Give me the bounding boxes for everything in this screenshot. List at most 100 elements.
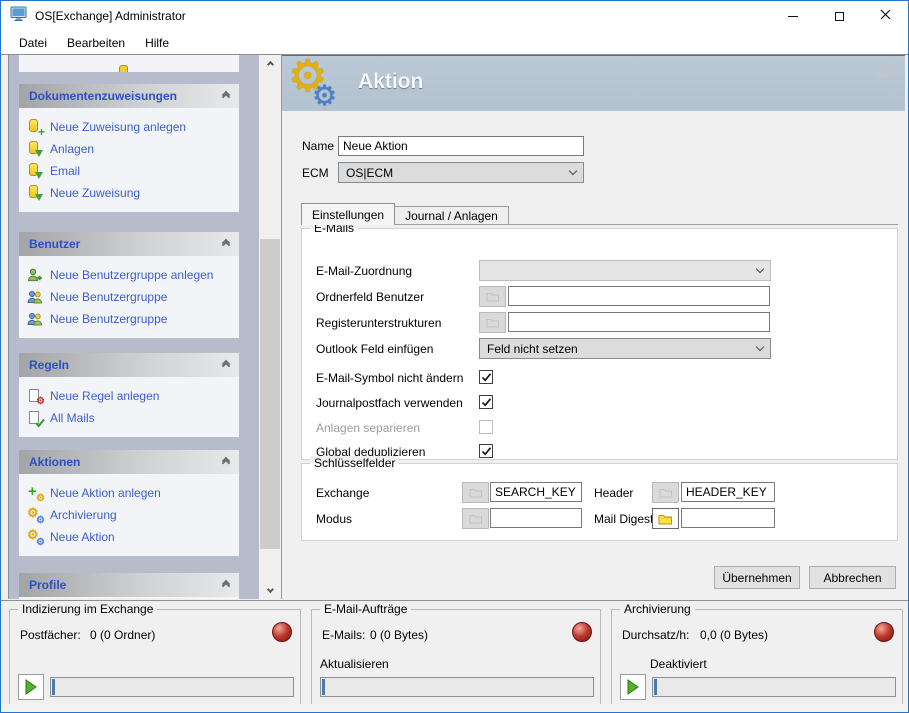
close-button[interactable] (862, 1, 908, 31)
register-input[interactable] (508, 312, 770, 332)
sidebar-item-neue-aktion-anlegen[interactable]: +⚙ Neue Aktion anlegen (19, 482, 239, 504)
maildigest-label: Mail Digest (594, 512, 653, 526)
sidebar-item-email[interactable]: Email (19, 160, 239, 182)
menu-hilfe[interactable]: Hilfe (135, 36, 179, 50)
jobs-panel: E-Mail-Aufträge E-Mails: 0 (0 Bytes) Akt… (311, 609, 601, 706)
jobs-progress-bar (320, 677, 594, 697)
menubar: Datei Bearbeiten Hilfe (1, 31, 908, 54)
app-icon (10, 6, 28, 27)
emails-group: E-Mails E-Mail-Zuordnung Ordnerfeld Benu… (301, 228, 898, 460)
archive-progress-bar (652, 677, 896, 697)
collapse-chevron-icon[interactable] (223, 581, 229, 589)
ordnerfeld-label: Ordnerfeld Benutzer (316, 290, 424, 304)
status-led-red (272, 622, 292, 642)
sidebar-item-neue-zuweisung[interactable]: Neue Zuweisung (19, 182, 239, 204)
maximize-button[interactable] (816, 1, 862, 31)
keys-group: Schlüsselfelder Exchange Header Modus (301, 463, 898, 541)
users-icon (27, 289, 43, 305)
archive-play-button[interactable] (620, 674, 646, 700)
section-title: Dokumentenzuweisungen (29, 89, 177, 103)
menu-datei[interactable]: Datei (9, 36, 57, 50)
check-symbol-checkbox[interactable] (479, 370, 493, 384)
ecm-label: ECM (302, 166, 338, 180)
scrollbar-thumb[interactable] (260, 239, 280, 549)
rule-gear-icon: ⚙ (27, 388, 43, 404)
ecm-value: OS|ECM (346, 166, 393, 180)
check-global-checkbox[interactable] (479, 444, 493, 458)
header-key-input[interactable] (681, 482, 775, 502)
sidebar-item-neue-aktion[interactable]: ⚙⚙ Neue Aktion (19, 526, 239, 548)
indexing-play-button[interactable] (18, 674, 44, 700)
app-window: OS[Exchange] Administrator Datei Bearbei… (0, 0, 909, 713)
sidebar-item-all-mails[interactable]: All Mails (19, 407, 239, 429)
tab-strip: Einstellungen Journal / Anlagen (301, 203, 509, 225)
ecm-dropdown[interactable]: OS|ECM (338, 162, 584, 183)
sidebar-item-archivierung[interactable]: ⚙⚙ Archivierung (19, 504, 239, 526)
sidebar-item-neue-benutzergruppe-2[interactable]: Neue Benutzergruppe (19, 308, 239, 330)
archive-panel: Archivierung Durchsatz/h: 0,0 (0 Bytes) … (611, 609, 903, 706)
collapse-chevron-icon[interactable] (223, 458, 229, 466)
scroll-down-button[interactable] (259, 582, 281, 599)
cancel-button[interactable]: Abbrechen (809, 566, 896, 589)
sidebar-item-neue-benutzergruppe-1[interactable]: Neue Benutzergruppe (19, 286, 239, 308)
play-icon (24, 679, 38, 695)
archive-label: Durchsatz/h: (622, 628, 689, 642)
collapse-chevron-icon[interactable] (223, 361, 229, 369)
sidebar-item-neue-regel-anlegen[interactable]: ⚙ Neue Regel anlegen (19, 385, 239, 407)
check-journal-checkbox[interactable] (479, 395, 493, 409)
chevron-down-icon (266, 586, 273, 593)
sidebar-item-label: Neue Zuweisung (50, 186, 140, 200)
doc-arrow-icon (27, 185, 43, 201)
section-header-regeln[interactable]: Regeln (19, 353, 239, 377)
section-card-aktionen: +⚙ Neue Aktion anlegen ⚙⚙ Archivierung ⚙… (19, 474, 239, 556)
exchange-input[interactable] (490, 482, 582, 502)
sidebar-item-anlagen[interactable]: Anlagen (19, 138, 239, 160)
sidebar-partial-card (19, 55, 239, 72)
zuordnung-dropdown[interactable] (479, 260, 771, 281)
name-input[interactable] (338, 136, 584, 156)
sidebar-item-label: Archivierung (50, 508, 117, 522)
minimize-button[interactable] (770, 1, 816, 31)
scroll-up-button[interactable] (259, 55, 281, 72)
ecm-row: ECM OS|ECM (302, 162, 584, 183)
tab-journal-anlagen[interactable]: Journal / Anlagen (395, 206, 509, 225)
section-header-profile[interactable]: Profile (19, 573, 239, 597)
archive-title: Archivierung (620, 602, 695, 616)
jobs-title: E-Mail-Aufträge (320, 602, 411, 616)
sidebar-scrollbar[interactable] (259, 55, 281, 599)
indexing-title: Indizierung im Exchange (18, 602, 157, 616)
section-card-benutzer: Neue Benutzergruppe anlegen Neue Benutze… (19, 256, 239, 338)
jobs-value: 0 (0 Bytes) (370, 628, 428, 642)
menu-bearbeiten[interactable]: Bearbeiten (57, 36, 135, 50)
modus-folder-button (462, 508, 489, 529)
tab-einstellungen[interactable]: Einstellungen (301, 203, 395, 225)
minimize-icon (788, 16, 798, 17)
section-header-dokumentenzuweisungen[interactable]: Dokumentenzuweisungen (19, 84, 239, 108)
section-title: Aktionen (29, 455, 80, 469)
indexing-panel: Indizierung im Exchange Postfächer: 0 (0… (9, 609, 301, 706)
panel-close-icon[interactable] (875, 64, 891, 85)
doc-plus-icon: + (27, 119, 43, 135)
modus-label: Modus (316, 512, 352, 526)
maildigest-folder-button[interactable] (652, 508, 679, 529)
section-header-benutzer[interactable]: Benutzer (19, 232, 239, 256)
section-header-aktionen[interactable]: Aktionen (19, 450, 239, 474)
maildigest-input[interactable] (681, 508, 775, 528)
collapse-chevron-icon[interactable] (223, 240, 229, 248)
ordnerfeld-input[interactable] (508, 286, 770, 306)
exchange-label: Exchange (316, 486, 369, 500)
section-card-regeln: ⚙ Neue Regel anlegen All Mails (19, 377, 239, 437)
apply-button[interactable]: Übernehmen (714, 566, 800, 589)
client-area: Dokumentenzuweisungen + Neue Zuweisung a… (1, 54, 908, 712)
section-title: Benutzer (29, 237, 80, 251)
outlook-dropdown[interactable]: Feld nicht setzen (479, 338, 771, 359)
collapse-chevron-icon[interactable] (223, 92, 229, 100)
sidebar-item-neue-zuweisung-anlegen[interactable]: + Neue Zuweisung anlegen (19, 116, 239, 138)
sidebar-item-neue-benutzergruppe-anlegen[interactable]: Neue Benutzergruppe anlegen (19, 264, 239, 286)
modus-input[interactable] (490, 508, 582, 528)
panel-title: Aktion (358, 70, 423, 94)
check-anlagen-checkbox (479, 420, 493, 434)
chevron-down-icon (569, 167, 577, 175)
register-folder-button (479, 312, 506, 333)
gears-icon: ⚙⚙ (27, 507, 43, 523)
